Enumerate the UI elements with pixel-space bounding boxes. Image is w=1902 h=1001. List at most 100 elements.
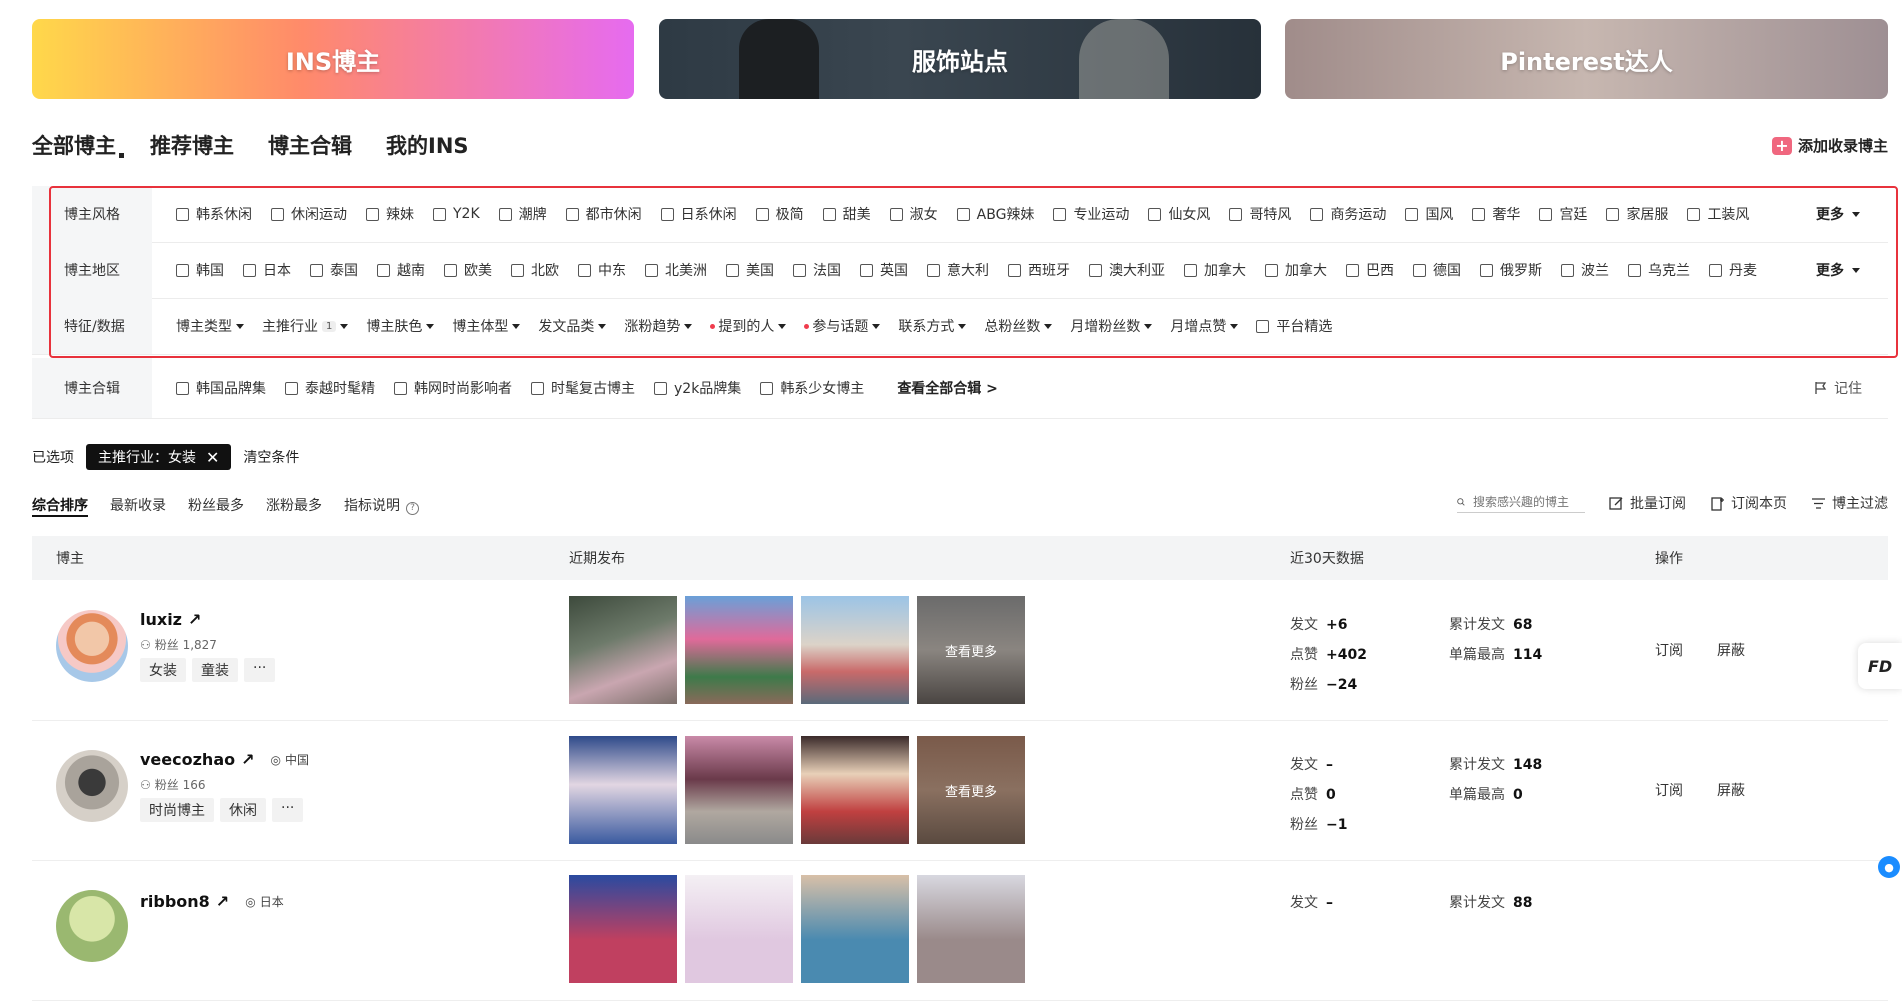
region-option[interactable]: 北美洲 — [645, 260, 707, 280]
chat-icon[interactable]: ● — [1878, 856, 1900, 878]
region-option[interactable]: 美国 — [726, 260, 774, 280]
collection-option[interactable]: 韩国品牌集 — [176, 378, 266, 398]
sort-comprehensive[interactable]: 综合排序 — [32, 495, 88, 517]
post-thumbnail[interactable] — [685, 875, 793, 983]
post-thumbnail[interactable] — [917, 875, 1025, 983]
feature-dropdown[interactable]: 月增点赞 — [1170, 316, 1239, 336]
post-thumbnail[interactable] — [801, 875, 909, 983]
post-thumbnail[interactable] — [569, 736, 677, 844]
region-option[interactable]: 泰国 — [310, 260, 358, 280]
collection-option[interactable]: 时髦复古博主 — [531, 378, 635, 398]
block-button[interactable]: 屏蔽 — [1717, 780, 1745, 800]
post-thumbnail[interactable] — [569, 596, 677, 704]
metric-help[interactable]: 指标说明? — [344, 495, 419, 517]
avatar[interactable] — [56, 610, 128, 682]
region-option[interactable]: 澳大利亚 — [1089, 260, 1165, 280]
region-option[interactable]: 北欧 — [511, 260, 559, 280]
blogger-name[interactable]: luxiz ↗ — [140, 610, 201, 629]
subscribe-page-button[interactable]: 订阅本页 — [1710, 493, 1787, 513]
style-option[interactable]: ABG辣妹 — [956, 204, 1034, 224]
style-option[interactable]: 韩系休闲 — [176, 204, 252, 224]
external-link-icon[interactable]: ↗ — [241, 750, 254, 769]
feature-dropdown[interactable]: 主推行业 1 — [262, 316, 349, 336]
blogger-name[interactable]: ribbon8 ↗ ◎ 日本 — [140, 892, 284, 911]
style-option[interactable]: 宫廷 — [1539, 204, 1587, 224]
style-option[interactable]: 辣妹 — [366, 204, 414, 224]
sort-latest[interactable]: 最新收录 — [110, 495, 166, 517]
batch-subscribe-button[interactable]: 批量订阅 — [1609, 493, 1686, 513]
region-option[interactable]: 加拿大 — [1265, 260, 1327, 280]
fd-logo-button[interactable]: FD — [1858, 643, 1902, 689]
region-option[interactable]: 德国 — [1413, 260, 1461, 280]
tab-recommended[interactable]: 推荐博主 — [150, 130, 234, 160]
style-option[interactable]: 潮牌 — [498, 204, 547, 224]
style-option[interactable]: 甜美 — [822, 204, 871, 224]
blogger-filter-button[interactable]: 博主过滤 — [1811, 493, 1888, 513]
post-thumbnail[interactable] — [685, 596, 793, 704]
region-option[interactable]: 中东 — [578, 260, 626, 280]
style-option[interactable]: 家居服 — [1606, 204, 1668, 224]
style-option[interactable]: 专业运动 — [1053, 204, 1129, 224]
banner-ins[interactable]: INS博主 — [32, 19, 634, 99]
post-thumbnail[interactable] — [801, 596, 909, 704]
region-option[interactable]: 法国 — [793, 260, 841, 280]
subscribe-button[interactable]: 订阅 — [1655, 640, 1683, 660]
region-option[interactable]: 丹麦 — [1709, 260, 1757, 280]
style-option[interactable]: 日系休闲 — [660, 204, 737, 224]
post-thumbnail[interactable] — [685, 736, 793, 844]
more-tags-button[interactable]: ··· — [272, 798, 304, 822]
style-option[interactable]: 仙女风 — [1148, 204, 1210, 224]
platform-pick-checkbox[interactable]: 平台精选 — [1256, 316, 1332, 336]
banner-apparel[interactable]: 服饰站点 — [659, 19, 1261, 99]
region-option[interactable]: 越南 — [377, 260, 425, 280]
sort-fastest-growth[interactable]: 涨粉最多 — [266, 495, 322, 517]
style-option[interactable]: 国风 — [1405, 204, 1453, 224]
region-option[interactable]: 西班牙 — [1008, 260, 1070, 280]
feature-dropdown[interactable]: 总粉丝数 — [984, 316, 1053, 336]
tab-all[interactable]: 全部博主 — [32, 130, 124, 160]
sort-most-fans[interactable]: 粉丝最多 — [188, 495, 244, 517]
search-input[interactable] — [1471, 493, 1585, 510]
see-more-posts[interactable]: 查看更多 — [917, 596, 1025, 704]
style-option[interactable]: 哥特风 — [1229, 204, 1291, 224]
style-option[interactable]: 商务运动 — [1310, 204, 1386, 224]
collection-option[interactable]: 泰越时髦精 — [285, 378, 375, 398]
region-option[interactable]: 欧美 — [444, 260, 492, 280]
selected-chip[interactable]: 主推行业：女装 ✕ — [86, 444, 232, 470]
region-option[interactable]: 俄罗斯 — [1480, 260, 1542, 280]
add-collect-button[interactable]: + 添加收录博主 — [1771, 135, 1888, 156]
feature-dropdown[interactable]: 联系方式 — [898, 316, 967, 336]
region-option[interactable]: 日本 — [243, 260, 291, 280]
remember-button[interactable]: 记住 — [1814, 378, 1862, 398]
style-option[interactable]: 都市休闲 — [565, 204, 642, 224]
tab-collections[interactable]: 博主合辑 — [268, 130, 352, 160]
banner-pinterest[interactable]: Pinterest达人 — [1285, 19, 1888, 99]
region-option[interactable]: 意大利 — [927, 260, 989, 280]
more-tags-button[interactable]: ··· — [244, 658, 276, 682]
post-thumbnail[interactable] — [569, 875, 677, 983]
collection-option[interactable]: 韩网时尚影响者 — [394, 378, 512, 398]
region-option[interactable]: 巴西 — [1346, 260, 1394, 280]
blogger-name[interactable]: veecozhao ↗ ◎ 中国 — [140, 750, 309, 769]
feature-dropdown[interactable]: 博主类型 — [176, 316, 244, 336]
region-option[interactable]: 英国 — [860, 260, 908, 280]
collection-option[interactable]: 韩系少女博主 — [760, 378, 864, 398]
tab-my-ins[interactable]: 我的INS — [386, 130, 469, 160]
close-icon[interactable]: ✕ — [206, 448, 219, 467]
region-option[interactable]: 加拿大 — [1184, 260, 1246, 280]
region-option[interactable]: 波兰 — [1561, 260, 1609, 280]
avatar[interactable] — [56, 890, 128, 962]
clear-conditions-button[interactable]: 清空条件 — [243, 447, 299, 467]
see-more-posts[interactable]: 查看更多 — [917, 736, 1025, 844]
feature-dropdown[interactable]: 提到的人 — [710, 316, 787, 336]
feature-dropdown[interactable]: 发文品类 — [538, 316, 607, 336]
external-link-icon[interactable]: ↗ — [188, 610, 201, 629]
style-option[interactable]: 休闲运动 — [271, 204, 347, 224]
style-option[interactable]: 极简 — [755, 204, 804, 224]
collection-option[interactable]: y2k品牌集 — [654, 378, 741, 398]
region-option[interactable]: 乌克兰 — [1628, 260, 1690, 280]
feature-dropdown[interactable]: 涨粉趋势 — [624, 316, 693, 336]
post-thumbnail[interactable] — [801, 736, 909, 844]
feature-dropdown[interactable]: 博主体型 — [452, 316, 521, 336]
style-option[interactable]: 工装风 — [1687, 204, 1749, 224]
